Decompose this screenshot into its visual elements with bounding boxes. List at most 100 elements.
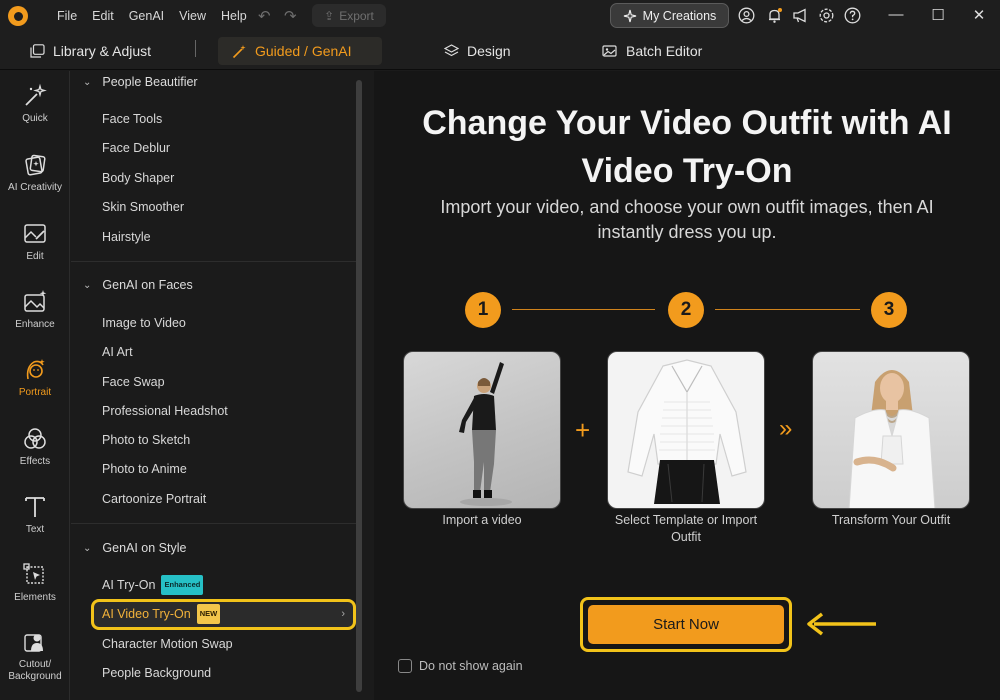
tab-library-adjust[interactable]: Library & Adjust: [16, 37, 165, 65]
tab-design-label: Design: [467, 43, 511, 59]
item-face-tools[interactable]: Face Tools: [102, 110, 162, 128]
import-video-image: [403, 351, 561, 509]
tab-guided-genai[interactable]: Guided / GenAI: [218, 37, 382, 65]
arrow-left-icon: [807, 612, 876, 636]
page-subtitle-line-1: Import your video, and choose your own o…: [440, 197, 934, 217]
item-ai-art[interactable]: AI Art: [102, 343, 133, 361]
ai-creativity-icon: [25, 154, 46, 176]
rail-portrait[interactable]: Portrait: [0, 357, 70, 398]
rail-quick[interactable]: Quick: [0, 83, 70, 124]
maximize-icon[interactable]: ☐: [928, 6, 948, 24]
new-badge: NEW: [196, 604, 221, 624]
start-now-button[interactable]: Start Now: [588, 605, 784, 644]
help-icon[interactable]: [844, 7, 861, 24]
rail-elements[interactable]: Elements: [0, 562, 70, 603]
model-illustration: [848, 370, 936, 508]
item-image-to-video[interactable]: Image to Video: [102, 314, 186, 332]
item-ai-video-try-on-label: AI Video Try-On: [102, 607, 191, 621]
item-face-swap[interactable]: Face Swap: [102, 373, 165, 391]
item-people-background[interactable]: People Background: [102, 664, 211, 682]
page-title-line-2: Video Try-On: [581, 152, 793, 190]
rail-edit[interactable]: Edit: [0, 221, 70, 262]
mode-bar: Library & Adjust Guided / GenAI Design B…: [0, 32, 1000, 70]
menu-genai[interactable]: GenAI: [129, 9, 164, 23]
menu-edit[interactable]: Edit: [92, 9, 114, 23]
notification-bell-icon[interactable]: [766, 7, 783, 24]
step-2-label: Select Template or Import Outfit: [606, 512, 766, 546]
portrait-face-icon: [26, 359, 45, 380]
minimize-icon[interactable]: —: [886, 6, 906, 23]
rail-effects[interactable]: Effects: [0, 426, 70, 467]
rail-cutout-background[interactable]: Cutout/ Background: [0, 629, 70, 683]
item-ai-try-on-label: AI Try-On: [102, 578, 156, 592]
transformed-outfit-image: [812, 351, 970, 509]
dancer-illustration: [459, 362, 512, 506]
menu-bar: File Edit GenAI View Help: [57, 9, 262, 23]
tab-batch-editor[interactable]: Batch Editor: [588, 37, 716, 65]
quick-wand-icon: [25, 83, 47, 106]
tab-design[interactable]: Design: [430, 37, 525, 65]
my-creations-button[interactable]: My Creations: [610, 3, 729, 28]
menu-view[interactable]: View: [179, 9, 206, 23]
chevron-right-icon: ›: [341, 608, 345, 620]
rail-enhance[interactable]: Enhance: [0, 289, 70, 330]
section-title-label: People Beautifier: [102, 75, 198, 89]
section-genai-on-faces[interactable]: ⌄ GenAI on Faces: [71, 275, 356, 295]
do-not-show-checkbox[interactable]: [398, 659, 412, 673]
item-cartoonize-portrait[interactable]: Cartoonize Portrait: [102, 490, 206, 508]
section-people-beautifier[interactable]: ⌄ People Beautifier: [71, 72, 356, 92]
settings-gear-icon[interactable]: [818, 7, 835, 24]
item-character-motion-swap[interactable]: Character Motion Swap: [102, 635, 233, 653]
chevron-down-icon: ⌄: [83, 542, 92, 554]
rail-ai-creativity[interactable]: AI Creativity: [0, 152, 70, 193]
item-skin-smoother[interactable]: Skin Smoother: [102, 198, 184, 216]
item-photo-to-anime[interactable]: Photo to Anime: [102, 460, 187, 478]
section-genai-on-style[interactable]: ⌄ GenAI on Style: [71, 538, 356, 558]
step-3-label: Transform Your Outfit: [831, 513, 951, 527]
close-icon[interactable]: ✕: [969, 6, 989, 24]
section-title-label: GenAI on Faces: [102, 278, 193, 292]
sparkle-icon: [623, 9, 636, 22]
undo-icon[interactable]: ↶: [258, 7, 271, 25]
item-face-deblur[interactable]: Face Deblur: [102, 139, 170, 157]
mode-separator: [195, 40, 196, 57]
rail-text[interactable]: Text: [0, 494, 70, 535]
rail-ai-creativity-label: AI Creativity: [8, 182, 62, 193]
app-logo-icon: [8, 6, 28, 26]
step-2-label-line-1: Select Template or Import: [614, 513, 758, 527]
page-subtitle: Import your video, and choose your own o…: [404, 195, 970, 245]
item-ai-try-on[interactable]: AI Try-On Enhanced: [102, 575, 204, 595]
tab-library-label: Library & Adjust: [53, 43, 152, 59]
item-professional-headshot[interactable]: Professional Headshot: [102, 402, 228, 420]
export-button[interactable]: ⇪ Export: [312, 4, 386, 27]
outfit-illustration: [627, 359, 747, 504]
panel-scrollbar[interactable]: [356, 80, 362, 692]
chevron-down-icon: ⌄: [83, 76, 92, 88]
item-photo-to-sketch[interactable]: Photo to Sketch: [102, 431, 190, 449]
enhance-image-icon: [24, 290, 47, 312]
rail-cutout-label-1: Cutout/: [18, 659, 52, 670]
megaphone-icon[interactable]: [792, 7, 809, 24]
plus-icon: +: [575, 415, 591, 445]
page-title-line-1: Change Your Video Outfit with AI: [422, 104, 952, 142]
do-not-show-label: Do not show again: [419, 659, 523, 673]
rail-cutout-label-2: Background: [8, 671, 62, 682]
menu-file[interactable]: File: [57, 9, 77, 23]
cutout-person-icon: [24, 634, 43, 652]
item-hairstyle[interactable]: Hairstyle: [102, 228, 151, 246]
batch-images-icon: [602, 45, 617, 57]
menu-help[interactable]: Help: [221, 9, 247, 23]
item-ai-video-try-on[interactable]: AI Video Try-On NEW: [102, 604, 221, 624]
do-not-show-again[interactable]: Do not show again: [398, 659, 523, 673]
feature-panel: ⌄ People Beautifier Face Tools Face Debl…: [71, 71, 363, 700]
rail-enhance-label: Enhance: [15, 319, 55, 330]
page-subtitle-line-2: instantly dress you up.: [597, 222, 777, 242]
redo-icon[interactable]: ↷: [284, 7, 297, 25]
item-body-shaper[interactable]: Body Shaper: [102, 169, 174, 187]
section-title-label: GenAI on Style: [102, 541, 187, 555]
account-icon[interactable]: [738, 7, 755, 24]
step-1-badge: 1: [465, 292, 501, 328]
export-label: Export: [339, 8, 374, 23]
effects-circles-icon: [24, 428, 46, 449]
rail-elements-label: Elements: [14, 592, 56, 603]
